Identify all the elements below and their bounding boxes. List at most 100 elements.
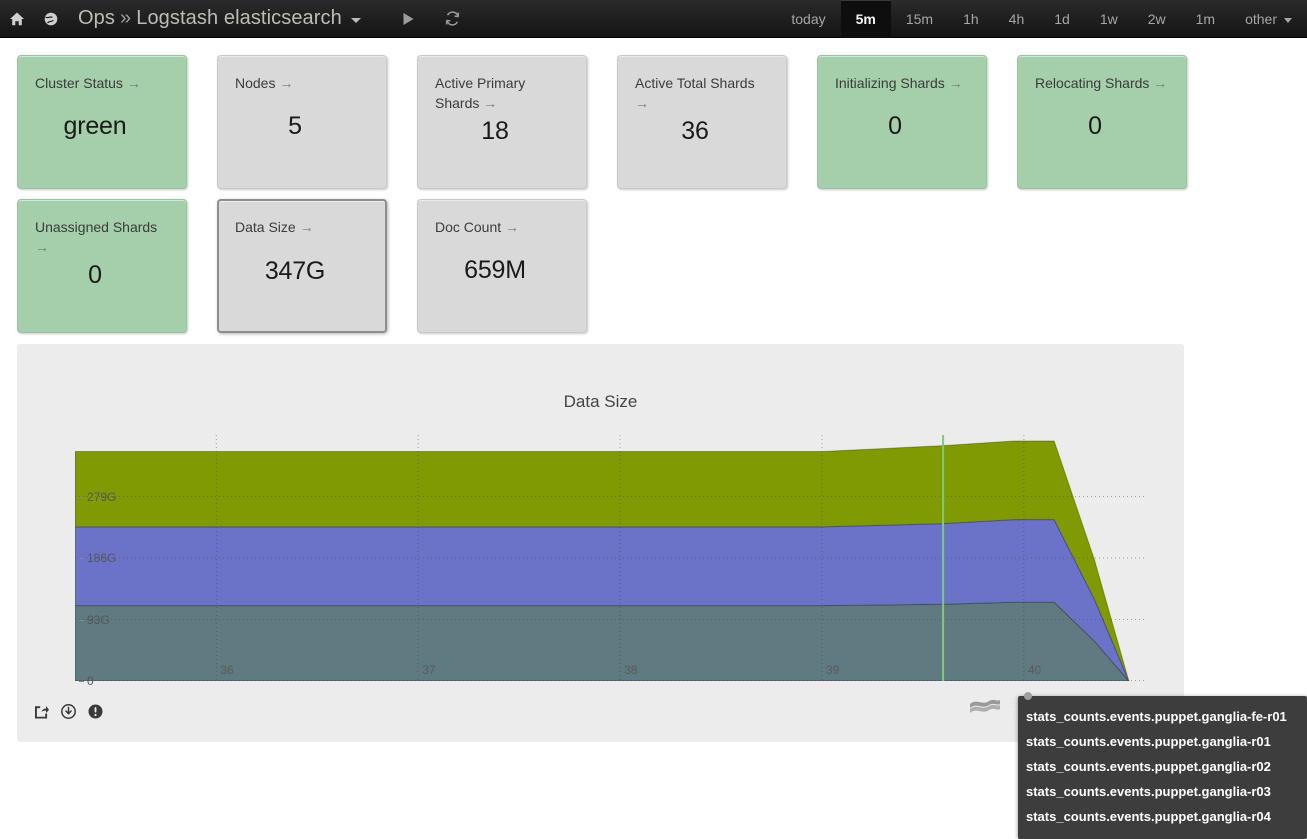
arrow-right-icon: →: [1153, 75, 1168, 91]
stat-panel-row: Cluster Status → green Nodes → 5 Active …: [17, 55, 1307, 199]
time-range-label: today: [791, 11, 826, 27]
time-range-2w[interactable]: 2w: [1133, 0, 1181, 38]
stat-panel-label: Data Size →: [235, 217, 369, 237]
stat-panel-row: Unassigned Shards → 0 Data Size → 347G D…: [17, 199, 1307, 343]
stat-panel-value: green: [63, 112, 127, 140]
legend-tooltip[interactable]: stats_counts.events.puppet.ganglia-fe-r0…: [1018, 692, 1307, 839]
stat-panel-value: 0: [88, 261, 102, 289]
breadcrumb-root[interactable]: Ops: [78, 7, 115, 30]
time-range-label: 1w: [1099, 11, 1118, 27]
time-range-1w[interactable]: 1w: [1085, 0, 1133, 38]
home-icon[interactable]: [0, 0, 34, 37]
time-range-1m[interactable]: 1m: [1181, 0, 1230, 38]
chart-tool-bar: [34, 704, 103, 724]
stat-panel-value: 5: [288, 112, 302, 140]
download-icon[interactable]: [61, 704, 76, 724]
stat-label-text: Cluster Status: [35, 75, 123, 91]
stat-panel-unassigned-shards[interactable]: Unassigned Shards → 0: [17, 199, 187, 333]
breadcrumb-separator: »: [119, 7, 132, 29]
stat-panel-label: Cluster Status →: [35, 73, 169, 93]
time-range-other[interactable]: other: [1230, 0, 1307, 38]
arrow-right-icon: →: [505, 219, 520, 235]
stat-label-text: Initializing Shards: [835, 75, 945, 91]
stat-panel-value: 659M: [464, 256, 526, 284]
stat-panel-nodes[interactable]: Nodes → 5: [217, 55, 387, 189]
y-axis-tick-label: 186G: [78, 551, 117, 565]
stat-panel-label: Active Total Shards →: [635, 73, 769, 113]
arrow-right-icon: →: [635, 95, 649, 111]
stat-label-text: Nodes: [235, 75, 276, 91]
stat-panel-value: 36: [681, 117, 709, 145]
stat-panel-doc-count[interactable]: Doc Count → 659M: [417, 199, 587, 333]
stat-label-text: Doc Count: [435, 219, 502, 235]
x-axis-tick-label: 37: [422, 663, 436, 677]
legend-item[interactable]: stats_counts.events.puppet.ganglia-r02: [1018, 754, 1307, 779]
refresh-button[interactable]: [431, 0, 475, 37]
y-axis-tick-label: 93G: [79, 612, 110, 627]
y-axis-tick-label: 0: [79, 674, 94, 688]
time-range-4h[interactable]: 4h: [994, 0, 1040, 38]
stat-label-text: Data Size: [235, 219, 296, 235]
stat-panel-label: Unassigned Shards →: [35, 217, 169, 257]
stat-panel-active-total-shards[interactable]: Active Total Shards → 36: [617, 55, 787, 189]
stat-panel-label: Nodes →: [235, 73, 369, 93]
time-range-today[interactable]: today: [776, 0, 840, 38]
arrow-right-icon: →: [948, 75, 963, 91]
time-range-label: 2w: [1147, 11, 1166, 27]
y-axis-tick-label: 279G: [78, 489, 117, 504]
legend-item[interactable]: stats_counts.events.puppet.ganglia-r04: [1018, 804, 1307, 829]
stat-panel-label: Initializing Shards →: [835, 73, 969, 93]
chevron-down-icon[interactable]: [350, 18, 361, 23]
legend-item[interactable]: stats_counts.events.puppet.ganglia-r03: [1018, 779, 1307, 804]
x-axis-tick-label: 36: [220, 663, 234, 677]
stat-panel-cluster-status[interactable]: Cluster Status → green: [17, 55, 187, 189]
stat-panel-active-primary-shards[interactable]: Active Primary Shards → 18: [417, 55, 587, 189]
chevron-down-icon: [1284, 17, 1292, 23]
globe-icon[interactable]: [34, 0, 68, 37]
x-axis-tick-label: 39: [825, 663, 840, 677]
x-axis-tick-label: 38: [624, 663, 638, 677]
time-range-label: 4h: [1008, 11, 1025, 27]
stat-panel-value: 347G: [264, 257, 326, 285]
breadcrumb-current[interactable]: Logstash elasticsearch: [136, 7, 342, 30]
stat-panel-grid: Cluster Status → green Nodes → 5 Active …: [0, 38, 1307, 343]
play-button[interactable]: [387, 0, 431, 37]
info-icon[interactable]: [88, 704, 103, 724]
time-range-label: 5m: [855, 11, 876, 27]
legend-item[interactable]: stats_counts.events.puppet.ganglia-r01: [1018, 729, 1307, 754]
stat-label-text: Active Total Shards: [635, 75, 755, 91]
breadcrumb[interactable]: Ops » Logstash elasticsearch: [78, 0, 361, 37]
stat-panel-label: Relocating Shards →: [1035, 73, 1169, 93]
stat-label-text: Active Primary Shards: [435, 75, 526, 111]
chart-title: Data Size: [563, 392, 638, 411]
time-range-label: 15m: [905, 11, 934, 27]
stat-label-text: Relocating Shards: [1035, 75, 1150, 91]
share-icon[interactable]: [34, 704, 49, 724]
time-range-label: 1d: [1054, 11, 1070, 27]
stat-panel-value: 18: [481, 117, 509, 145]
arrow-right-icon: →: [126, 75, 141, 91]
time-range-1h[interactable]: 1h: [948, 0, 994, 38]
arrow-right-icon: →: [35, 239, 49, 255]
time-range-1d[interactable]: 1d: [1039, 0, 1085, 38]
stat-panel-data-size[interactable]: Data Size → 347G: [217, 199, 387, 333]
stat-panel-value: 0: [1088, 112, 1102, 140]
stat-panel-initializing-shards[interactable]: Initializing Shards → 0: [817, 55, 987, 189]
x-axis-tick-label: 40: [1027, 663, 1042, 677]
stat-panel-relocating-shards[interactable]: Relocating Shards → 0: [1017, 55, 1187, 189]
stat-panel-value: 0: [888, 112, 902, 140]
chart-plot-area[interactable]: 279G 186G 93G 0 36 37 38 39 40: [75, 435, 1145, 688]
arrow-right-icon: →: [299, 219, 314, 235]
stat-panel-label: Active Primary Shards →: [435, 73, 569, 113]
stat-panel-label: Doc Count →: [435, 217, 569, 237]
time-range-15m[interactable]: 15m: [891, 0, 948, 38]
chart-canvas[interactable]: 279G 186G 93G 0 36 37 38 39 40: [75, 435, 1145, 688]
area-chart-icon[interactable]: [970, 697, 1000, 722]
area-chart-svg: [75, 435, 1145, 681]
time-range-label: 1h: [963, 11, 979, 27]
time-range-5m[interactable]: 5m: [840, 0, 891, 38]
legend-item[interactable]: stats_counts.events.puppet.ganglia-fe-r0…: [1018, 704, 1307, 729]
top-navigation-bar: Ops » Logstash elasticsearch today 5m 15…: [0, 0, 1307, 38]
time-range-selector: today 5m 15m 1h 4h 1d 1w 2w 1m other: [776, 0, 1307, 38]
time-range-label: 1m: [1195, 11, 1216, 27]
